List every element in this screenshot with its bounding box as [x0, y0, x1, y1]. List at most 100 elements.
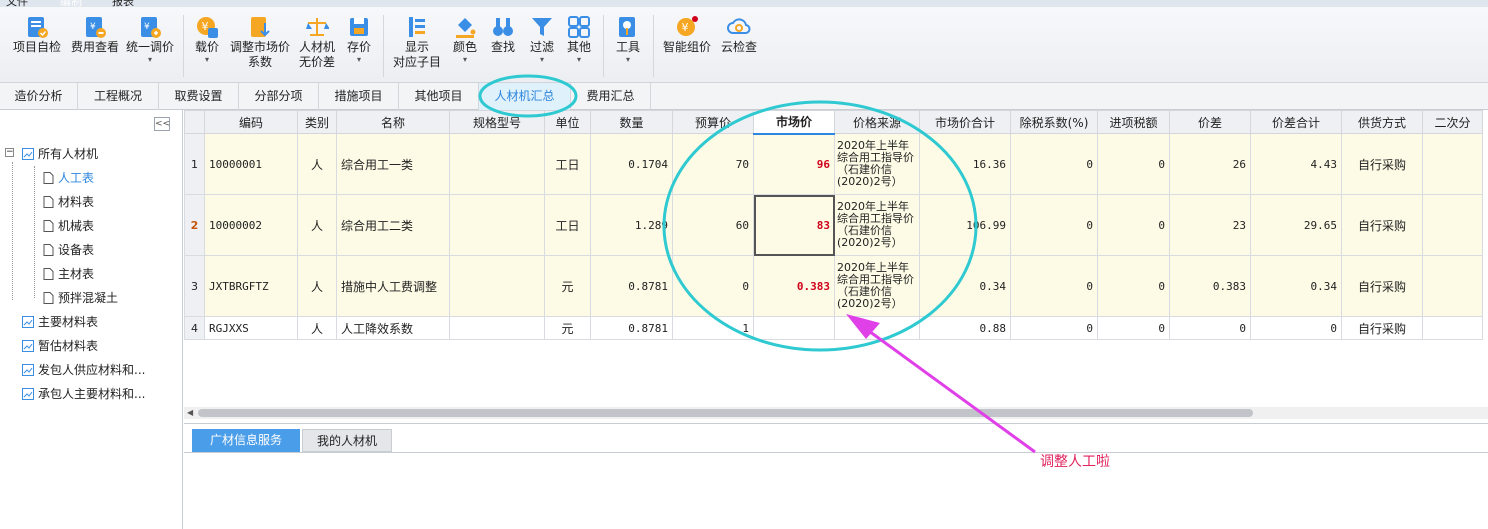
tree-item-machine[interactable]: 机械表: [42, 215, 94, 237]
cell-qty[interactable]: 0.8781: [590, 255, 673, 317]
cell-qty[interactable]: 0.1704: [590, 133, 673, 195]
cell-market-price-selected[interactable]: 83: [753, 194, 835, 256]
cell-diff-total[interactable]: 29.65: [1250, 194, 1342, 256]
cell-secondary[interactable]: [1422, 316, 1483, 340]
cell-qty[interactable]: 0.8781: [590, 316, 673, 340]
tab-my-resources[interactable]: 我的人材机: [302, 429, 392, 452]
col-header[interactable]: 价格来源: [834, 110, 920, 134]
col-header[interactable]: 类别: [297, 110, 337, 134]
cost-view-button[interactable]: ¥ 费用查看: [68, 7, 122, 55]
adjust-market-factor-button[interactable]: 调整市场价 系数: [228, 7, 292, 70]
col-header[interactable]: 进项税额: [1097, 110, 1170, 134]
cell-spec[interactable]: [449, 194, 545, 256]
tree-item-owner-supplied[interactable]: 发包人供应材料和...: [22, 359, 145, 381]
smart-price-button[interactable]: ¥ 智能组价: [660, 7, 714, 55]
tab-project-overview[interactable]: 工程概况: [78, 83, 159, 110]
col-header[interactable]: 预算价: [672, 110, 754, 134]
cell-secondary[interactable]: [1422, 194, 1483, 256]
cell-price-diff[interactable]: 23: [1169, 194, 1251, 256]
cell-market-price[interactable]: [753, 316, 835, 340]
tab-sub-items[interactable]: 分部分项: [239, 83, 319, 110]
col-header[interactable]: 除税系数(%): [1010, 110, 1098, 134]
table-row[interactable]: 1 10000001 人 综合用工一类 工日 0.1704 70 96 2020…: [184, 133, 1483, 195]
cell-price-diff[interactable]: 26: [1169, 133, 1251, 195]
cell-supply-mode[interactable]: 自行采购: [1341, 194, 1423, 256]
col-header[interactable]: 价差: [1169, 110, 1251, 134]
other-button[interactable]: 其他 ▾: [562, 7, 596, 65]
tree-item-premixed-concrete[interactable]: 预拌混凝土: [42, 287, 118, 309]
cell-price-diff[interactable]: 0.383: [1169, 255, 1251, 317]
cell-tax-factor[interactable]: 0: [1010, 255, 1098, 317]
cell-diff-total[interactable]: 0: [1250, 316, 1342, 340]
tab-fee-settings[interactable]: 取费设置: [159, 83, 239, 110]
collapse-panel-button[interactable]: <<: [154, 117, 170, 131]
tab-measure-items[interactable]: 措施项目: [319, 83, 399, 110]
cell-secondary[interactable]: [1422, 133, 1483, 195]
tab-fee-summary[interactable]: 费用汇总: [571, 83, 651, 110]
col-header[interactable]: 数量: [590, 110, 673, 134]
cell-type[interactable]: 人: [297, 194, 337, 256]
cell-spec[interactable]: [449, 255, 545, 317]
cell-input-tax[interactable]: 0: [1097, 194, 1170, 256]
tree-item-main-materials-table[interactable]: 主要材料表: [22, 311, 98, 333]
tab-cost-analysis[interactable]: 造价分析: [0, 83, 78, 110]
cell-code[interactable]: JXTBRGFTZ: [204, 255, 298, 317]
color-button[interactable]: 颜色 ▾: [448, 7, 482, 65]
filter-button[interactable]: 过滤 ▾: [524, 7, 560, 65]
cell-name[interactable]: 综合用工二类: [336, 194, 450, 256]
cell-code[interactable]: RGJXXS: [204, 316, 298, 340]
cell-supply-mode[interactable]: 自行采购: [1341, 316, 1423, 340]
tree-item-all[interactable]: 所有人材机: [22, 143, 98, 165]
cell-type[interactable]: 人: [297, 133, 337, 195]
cell-market-price[interactable]: 0.383: [753, 255, 835, 317]
cell-code[interactable]: 10000002: [204, 194, 298, 256]
cell-price-source[interactable]: 2020年上半年综合用工指导价（石建价信(2020)2号）: [834, 255, 920, 317]
show-sub-items-button[interactable]: 显示 对应子目: [390, 7, 444, 70]
cell-market-total[interactable]: 16.36: [919, 133, 1011, 195]
col-header[interactable]: 名称: [336, 110, 450, 134]
cell-unit[interactable]: 元: [544, 255, 591, 317]
tree-item-main-material[interactable]: 主材表: [42, 263, 94, 285]
scrollbar-thumb[interactable]: [198, 409, 1253, 417]
horizontal-scrollbar[interactable]: ◀: [184, 407, 1488, 419]
tree-item-estimated-materials[interactable]: 暂估材料表: [22, 335, 98, 357]
cell-spec[interactable]: [449, 133, 545, 195]
cell-budget-price[interactable]: 70: [672, 133, 754, 195]
cell-tax-factor[interactable]: 0: [1010, 194, 1098, 256]
table-row[interactable]: 4 RGJXXS 人 人工降效系数 元 0.8781 1 0.88 0 0 0 …: [184, 316, 1483, 340]
table-row[interactable]: 2 10000002 人 综合用工二类 工日 1.289 60 83 2020年…: [184, 194, 1483, 256]
tree-collapse-toggle[interactable]: −: [5, 148, 14, 157]
cell-budget-price[interactable]: 60: [672, 194, 754, 256]
cell-supply-mode[interactable]: 自行采购: [1341, 133, 1423, 195]
col-header[interactable]: 编码: [204, 110, 298, 134]
menu-file[interactable]: 文件: [6, 0, 28, 7]
col-header[interactable]: 价差合计: [1250, 110, 1342, 134]
cell-name[interactable]: 综合用工一类: [336, 133, 450, 195]
cell-spec[interactable]: [449, 316, 545, 340]
cell-input-tax[interactable]: 0: [1097, 133, 1170, 195]
menu-report[interactable]: 报表: [112, 0, 134, 7]
find-button[interactable]: 查找: [486, 7, 520, 55]
cell-diff-total[interactable]: 4.43: [1250, 133, 1342, 195]
tree-item-equipment[interactable]: 设备表: [42, 239, 94, 261]
no-price-diff-button[interactable]: 人材机 无价差: [294, 7, 340, 70]
cell-secondary[interactable]: [1422, 255, 1483, 317]
cell-unit[interactable]: 元: [544, 316, 591, 340]
scroll-left-icon[interactable]: ◀: [187, 407, 193, 419]
tab-labor-material-summary[interactable]: 人材机汇总: [479, 83, 571, 110]
cell-input-tax[interactable]: 0: [1097, 255, 1170, 317]
table-row[interactable]: 3 JXTBRGFTZ 人 措施中人工费调整 元 0.8781 0 0.383 …: [184, 255, 1483, 317]
unified-price-button[interactable]: ¥ 统一调价 ▾: [124, 7, 176, 65]
tree-item-material[interactable]: 材料表: [42, 191, 94, 213]
col-header[interactable]: 市场价合计: [919, 110, 1011, 134]
cell-market-total[interactable]: 106.99: [919, 194, 1011, 256]
col-header-market-price[interactable]: 市场价: [753, 110, 835, 135]
load-price-button[interactable]: ¥ 载价 ▾: [188, 7, 226, 65]
save-price-button[interactable]: 存价 ▾: [342, 7, 376, 65]
cell-type[interactable]: 人: [297, 255, 337, 317]
cell-price-diff[interactable]: 0: [1169, 316, 1251, 340]
cell-price-source[interactable]: 2020年上半年综合用工指导价（石建价信(2020)2号）: [834, 194, 920, 256]
cell-name[interactable]: 措施中人工费调整: [336, 255, 450, 317]
tab-material-info-service[interactable]: 广材信息服务: [192, 429, 300, 452]
tools-button[interactable]: 工具 ▾: [610, 7, 646, 65]
